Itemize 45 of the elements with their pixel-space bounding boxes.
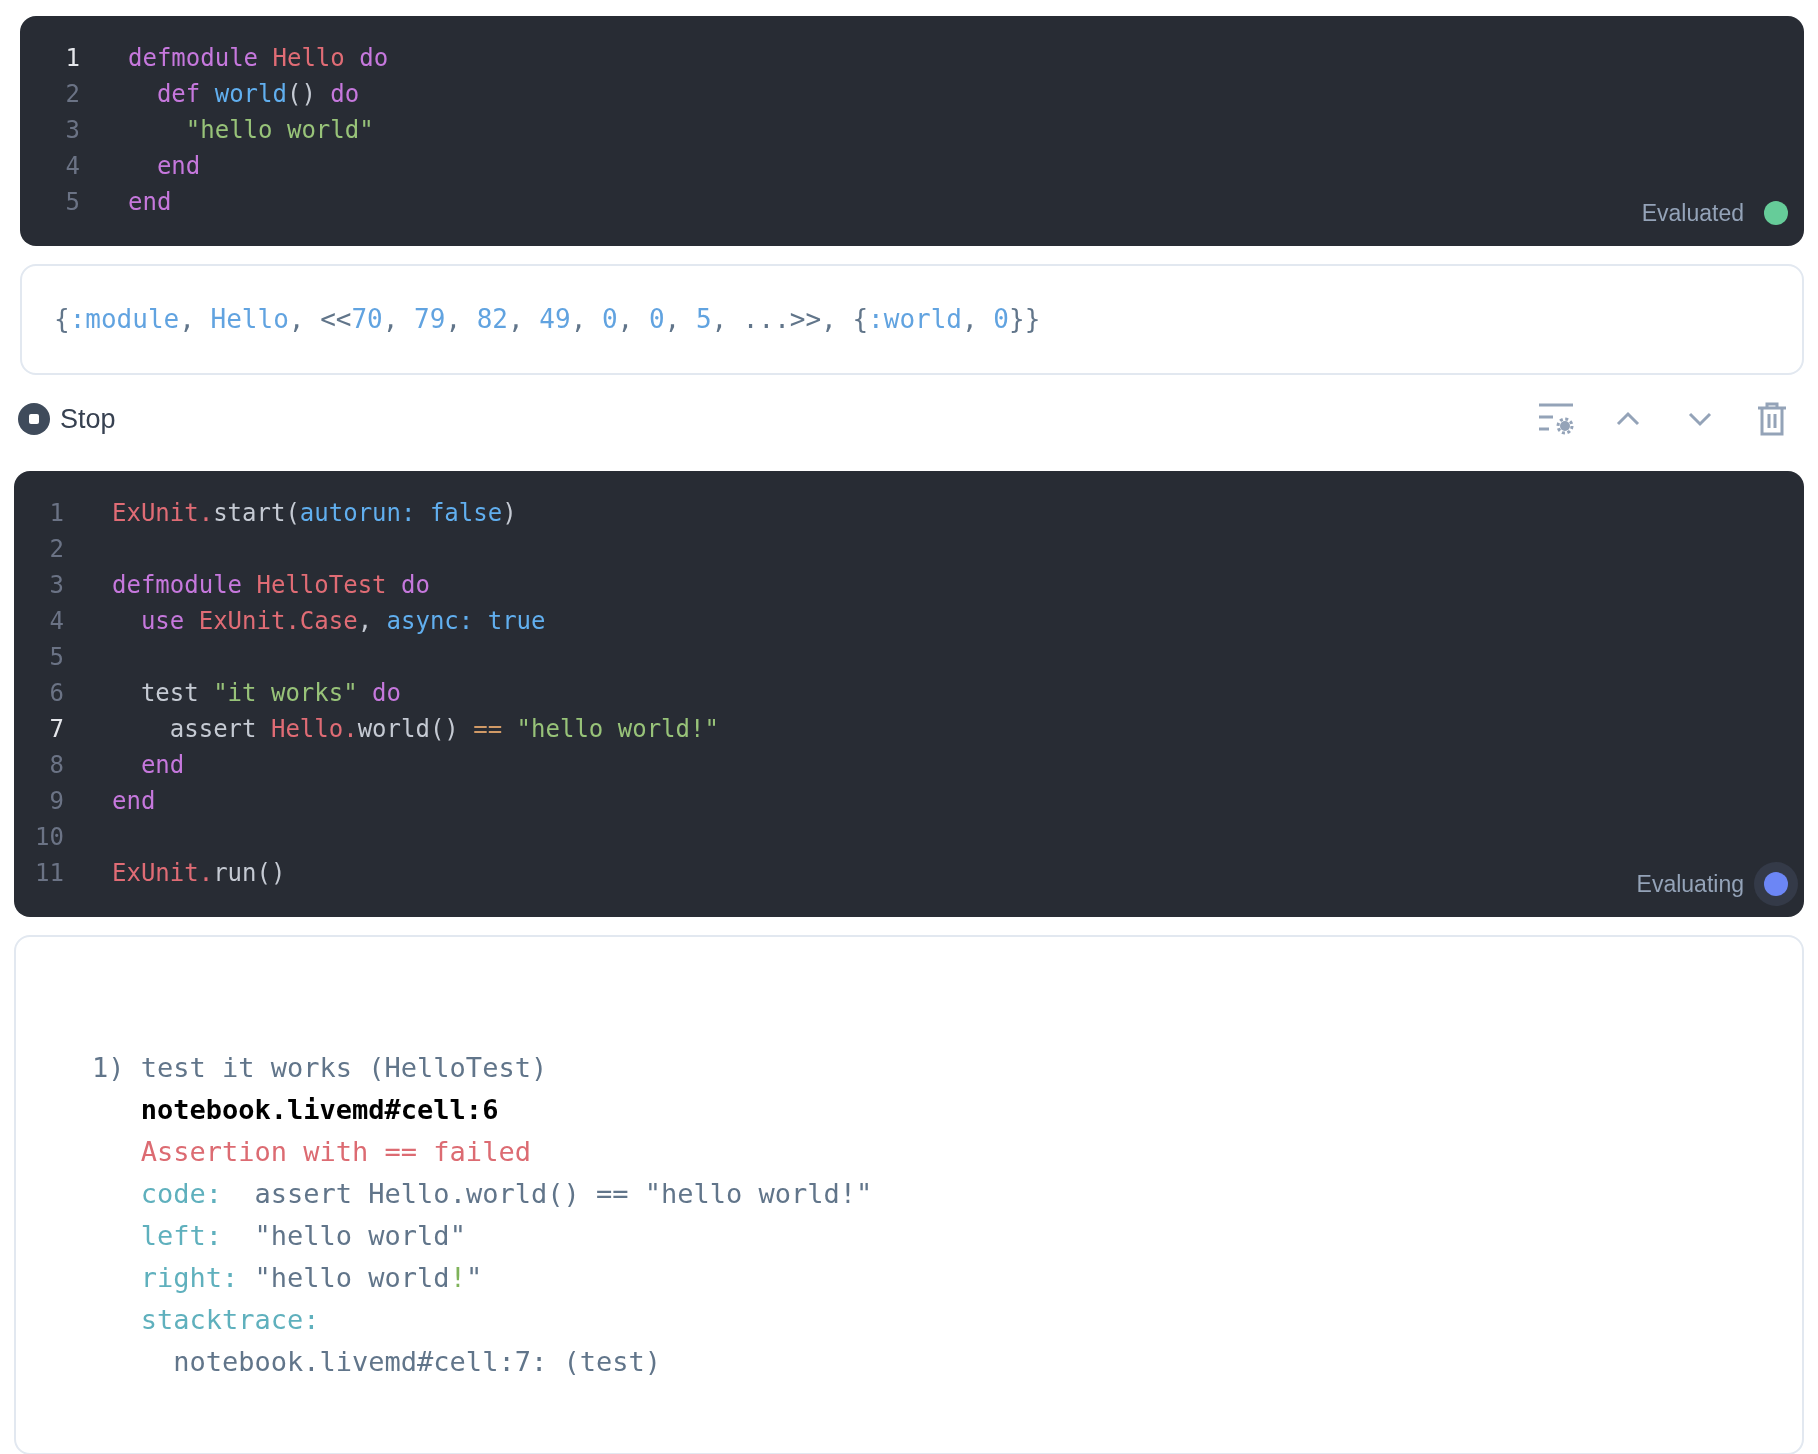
code-line: end xyxy=(128,187,172,218)
code-line: "hello world" xyxy=(184,115,374,146)
line-number: 5 xyxy=(48,642,65,673)
line-number: 5 xyxy=(64,187,81,218)
output-line: Assertion with == failed xyxy=(139,1135,532,1169)
line-number: 11 xyxy=(34,858,65,889)
output-line: {:module, Hello, <<70, 79, 82, 49, 0, 0, 5, ...>>, {:world, 0}} xyxy=(54,303,1042,336)
line-number: 9 xyxy=(48,786,65,817)
stop-button[interactable]: Stop xyxy=(18,398,116,440)
code-line: end xyxy=(139,750,185,781)
code-line: defmodule HelloTest do xyxy=(112,570,430,601)
code-line: ExUnit.start(autorun: false) xyxy=(112,498,517,529)
output-line: notebook.livemd#cell:7: (test) xyxy=(172,1345,662,1379)
line-number: 4 xyxy=(64,151,81,182)
output-line: stacktrace: xyxy=(139,1303,321,1337)
code-line: use ExUnit.Case, async: true xyxy=(139,606,546,637)
status-label: Evaluating xyxy=(1636,869,1744,899)
code-line: ExUnit.run() xyxy=(112,858,286,889)
line-number: 4 xyxy=(48,606,65,637)
line-number: 6 xyxy=(48,678,65,709)
code-line: end xyxy=(112,786,156,817)
code-line: assert Hello.world() == "hello world!" xyxy=(168,714,719,745)
code-line: defmodule Hello do xyxy=(128,43,389,74)
output-line: right: "hello world!" xyxy=(139,1261,484,1295)
code-line: def world() do xyxy=(155,79,360,110)
status-label: Evaluated xyxy=(1641,198,1744,228)
code-line: end xyxy=(155,151,201,182)
line-number: 1 xyxy=(48,498,65,529)
line-number: 2 xyxy=(48,534,65,565)
output-line: 1) test it works (HelloTest) xyxy=(92,1051,549,1085)
code-editor[interactable]: 1 ExUnit.start(autorun: false) 2 3 defmodule HelloTest do 4 use ExUnit.Case, async: true 5 6 test "it works" do 7 assert Hello.world() == "hello world!" 8 end 9 end 10 11 ExUnit.run() Evaluating xyxy=(14,471,1804,917)
line-number: 10 xyxy=(34,822,65,853)
output-line: left: "hello world" xyxy=(139,1219,467,1253)
code-editor[interactable]: 1 defmodule Hello do 2 def world() do 3 "hello world" 4 end 5 end Evaluated xyxy=(20,16,1804,246)
stop-icon xyxy=(18,403,50,435)
settings-icon[interactable] xyxy=(1538,402,1574,436)
code-line: test "it works" do xyxy=(139,678,401,709)
line-number: 3 xyxy=(64,115,81,146)
line-number: 7 xyxy=(48,714,65,745)
line-number: 3 xyxy=(48,570,65,601)
line-number: 8 xyxy=(48,750,65,781)
output-line: notebook.livemd#cell:6 xyxy=(139,1093,500,1127)
line-number: 2 xyxy=(64,79,81,110)
output-line: code: assert Hello.world() == "hello world!" xyxy=(139,1177,874,1211)
line-number: 1 xyxy=(64,43,81,74)
